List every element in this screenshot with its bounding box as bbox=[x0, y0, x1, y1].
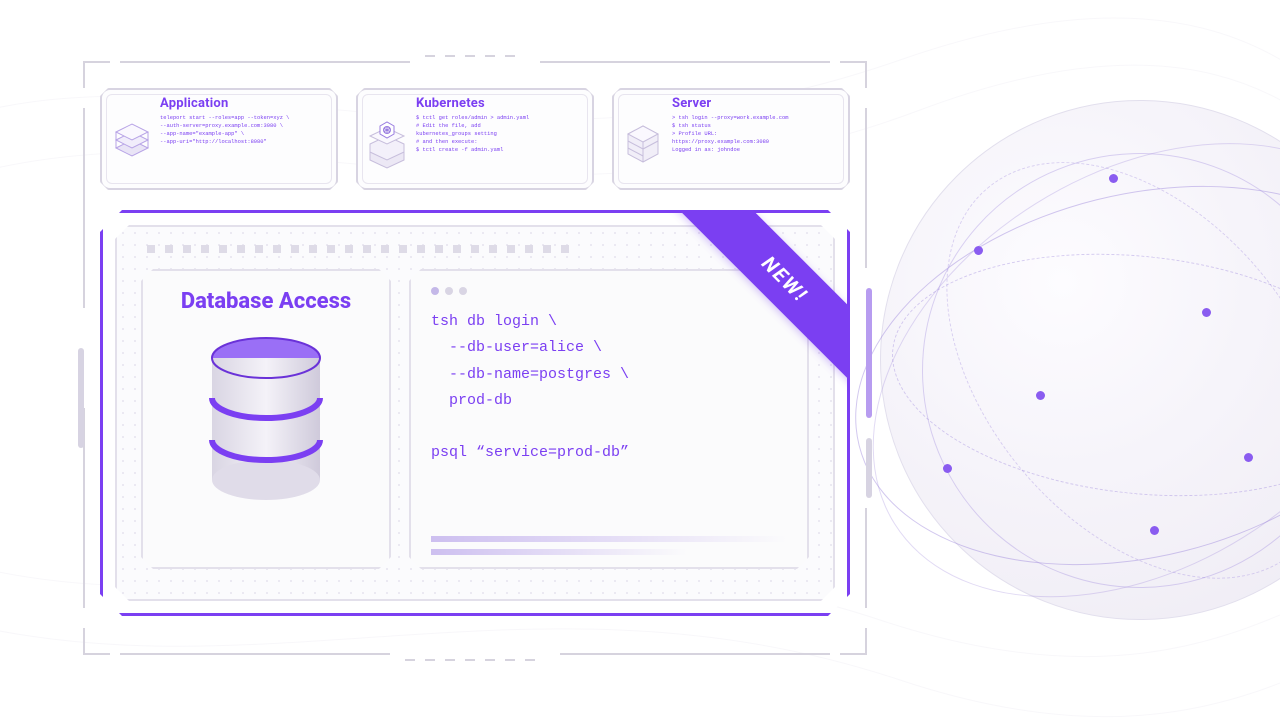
database-icon bbox=[201, 336, 331, 506]
card-title: Kubernetes bbox=[416, 96, 582, 111]
terminal-block: tsh db login \ --db-user=alice \ --db-na… bbox=[409, 269, 809, 569]
window-controls-icon bbox=[431, 287, 787, 295]
card-server: Server > tsh login --proxy=work.example.… bbox=[612, 88, 850, 190]
layers-icon bbox=[110, 104, 152, 172]
card-body: > tsh login --proxy=work.example.com $ t… bbox=[672, 114, 838, 155]
feature-panel-database-access: Database Access bbox=[100, 210, 850, 616]
database-block: Database Access bbox=[141, 269, 391, 569]
card-application: Application teleport start --roles=app -… bbox=[100, 88, 338, 190]
globe-decoration bbox=[880, 100, 1280, 620]
card-kubernetes: Kubernetes $ tctl get roles/admin > admi… bbox=[356, 88, 594, 190]
side-accent bbox=[866, 438, 872, 498]
database-title: Database Access bbox=[181, 289, 351, 314]
feature-panel-inner: Database Access bbox=[115, 225, 835, 601]
progress-bars bbox=[431, 536, 787, 555]
kubernetes-icon bbox=[366, 104, 408, 172]
card-title: Server bbox=[672, 96, 838, 111]
terminal-code: tsh db login \ --db-user=alice \ --db-na… bbox=[431, 309, 787, 467]
hud-frame: Application teleport start --roles=app -… bbox=[70, 48, 880, 668]
card-body: teleport start --roles=app --token=xyz \… bbox=[160, 114, 326, 146]
side-accent bbox=[866, 288, 872, 418]
decorative-dots bbox=[147, 245, 633, 255]
side-accent bbox=[78, 348, 84, 448]
card-title: Application bbox=[160, 96, 326, 111]
server-icon bbox=[622, 104, 664, 172]
card-body: $ tctl get roles/admin > admin.yaml # Ed… bbox=[416, 114, 582, 155]
